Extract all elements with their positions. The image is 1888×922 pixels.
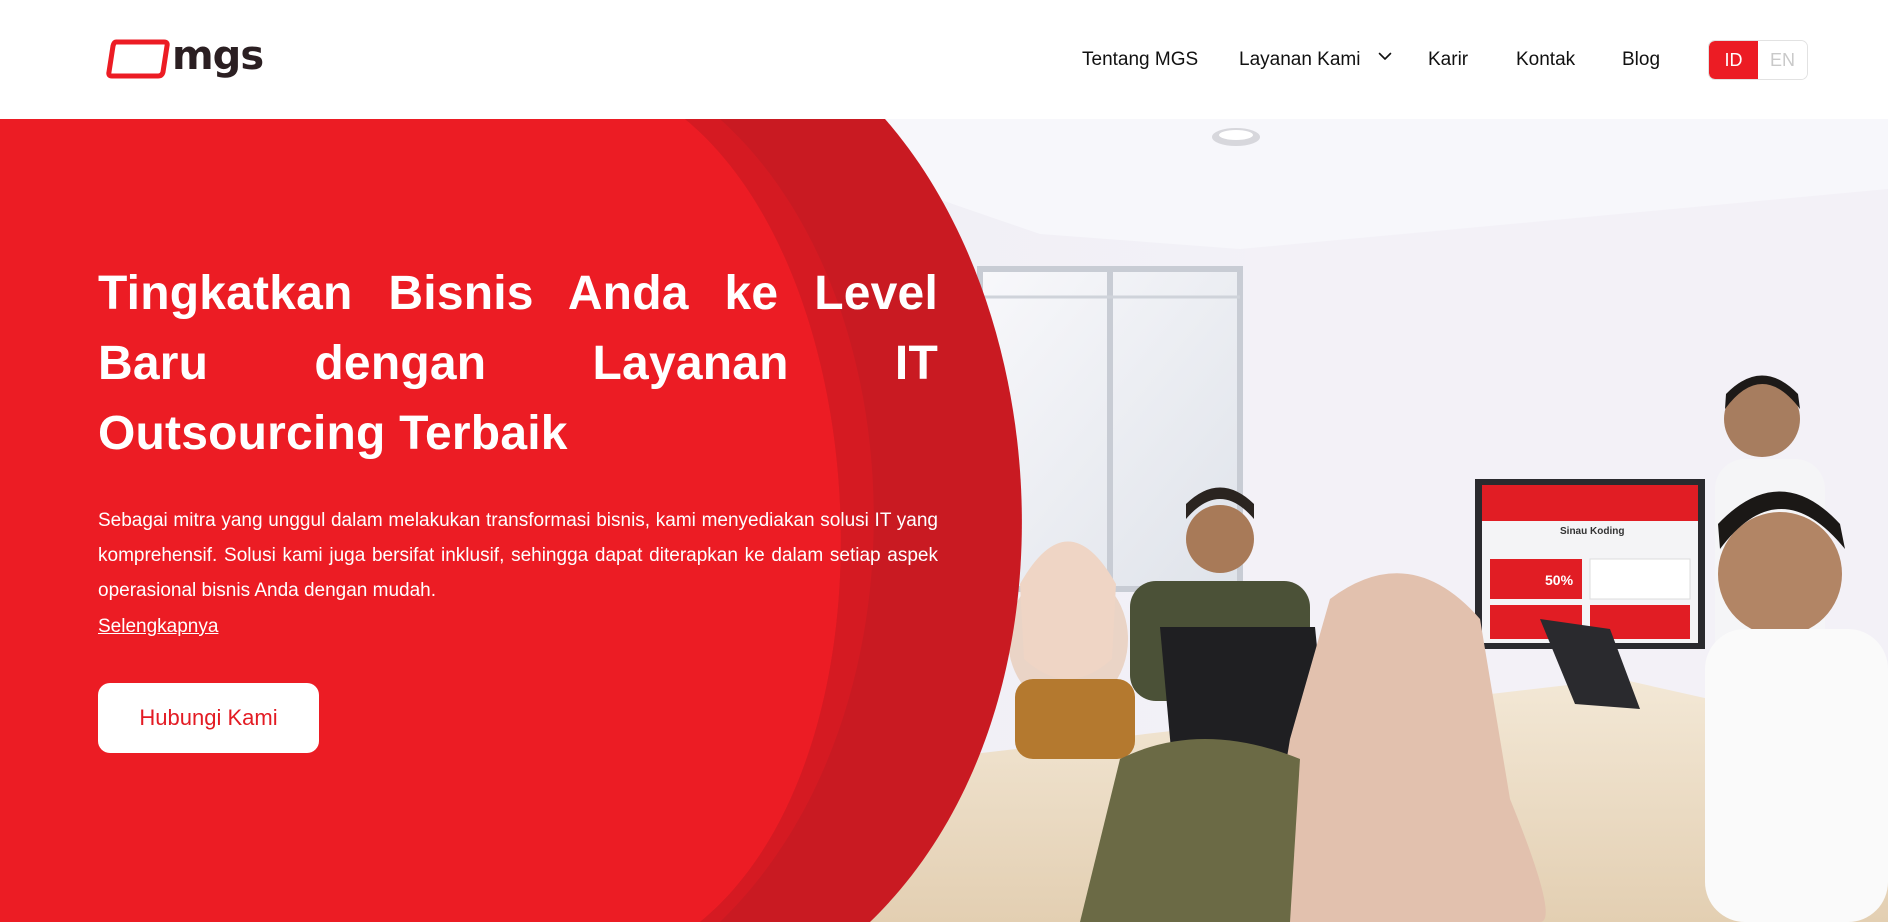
hero-description: Sebagai mitra yang unggul dalam melakuka… (98, 510, 938, 601)
nav-item-layanan-label: Layanan Kami (1239, 49, 1361, 70)
nav-item-layanan[interactable]: Layanan Kami (1239, 48, 1392, 72)
contact-us-button[interactable]: Hubungi Kami (98, 683, 319, 753)
site-header: mgs Tentang MGS Layanan Kami Karir Konta… (0, 0, 1888, 119)
hero-title: Tingkatkan Bisnis Anda ke Level Baru den… (98, 267, 938, 460)
lang-en-button[interactable]: EN (1758, 41, 1807, 79)
logo-text: mgs (172, 33, 264, 79)
logo-mark-icon (106, 39, 170, 79)
lang-id-button[interactable]: ID (1709, 41, 1758, 79)
nav-item-kontak[interactable]: Kontak (1516, 48, 1575, 72)
mgs-logo[interactable]: mgs (106, 33, 264, 82)
language-switch: ID EN (1708, 40, 1808, 80)
hero-content: Tingkatkan Bisnis Anda ke Level Baru den… (98, 259, 938, 642)
nav-item-tentang[interactable]: Tentang MGS (1082, 48, 1198, 72)
nav-item-blog[interactable]: Blog (1622, 48, 1660, 72)
chevron-down-icon (1378, 53, 1392, 61)
learn-more-link[interactable]: Selengkapnya (98, 612, 218, 642)
nav-item-karir[interactable]: Karir (1428, 48, 1468, 72)
hero-section: Sinau Koding 50% Tingkatkan Bisnis Anda … (0, 119, 1888, 922)
